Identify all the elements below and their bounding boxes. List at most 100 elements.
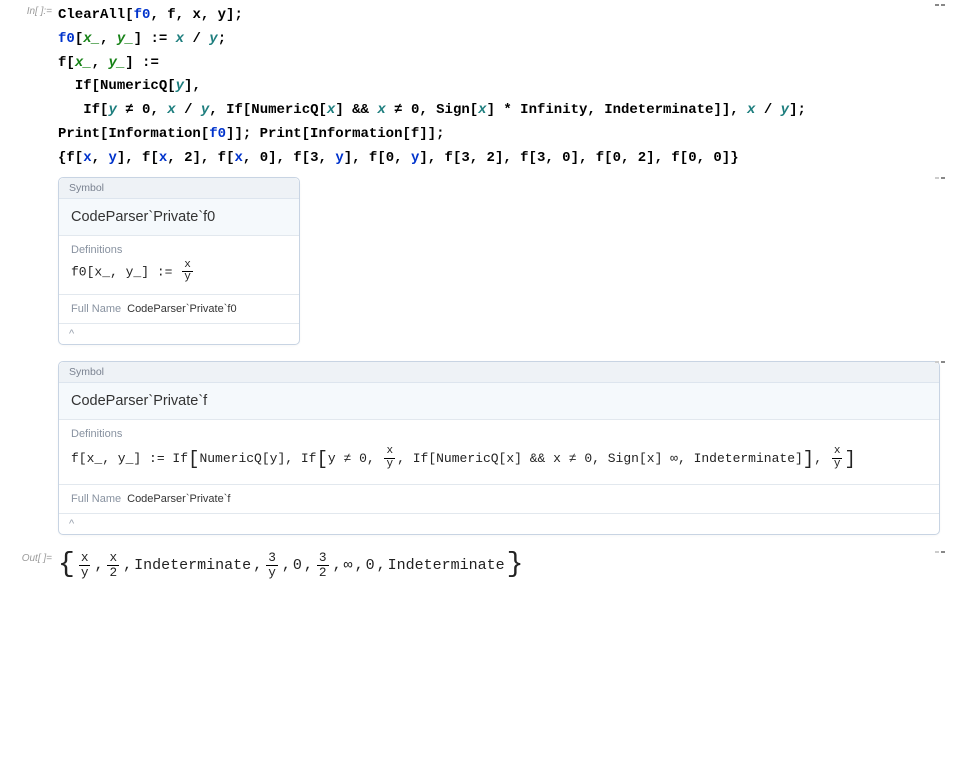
txt: , If[NumericQ[x] && x ≠ 0, Sign[x] ∞, In…: [397, 451, 803, 466]
frac-num: x: [107, 551, 119, 565]
right-bracket-icon: ]: [844, 448, 855, 470]
txt: ≠ 0,: [117, 102, 167, 118]
sym-x: x: [234, 150, 242, 166]
sym-y: y: [108, 150, 116, 166]
panel-definitions-label: Definitions: [59, 420, 939, 442]
frac-den: y: [266, 566, 278, 579]
txt: If[: [58, 102, 108, 118]
cell-bracket[interactable]: [941, 4, 945, 6]
frac-den: y: [832, 459, 843, 471]
full-name-value: CodeParser`Private`f0: [127, 303, 236, 315]
txt: ,: [92, 150, 109, 166]
pattern-y: y_: [117, 31, 134, 47]
cell-bracket[interactable]: [935, 361, 939, 363]
comma: ,: [253, 557, 262, 574]
sym-f0: f0: [58, 31, 75, 47]
var-x: x: [478, 102, 486, 118]
txt: ],: [184, 78, 201, 94]
txt: ]]; Print[Information[f]];: [226, 126, 444, 142]
cell-bracket-group[interactable]: [932, 551, 949, 553]
fraction: xy: [182, 260, 193, 284]
var-x: x: [377, 102, 385, 118]
brace-close-icon: }: [507, 551, 524, 579]
panel-full-name-row: Full NameCodeParser`Private`f: [59, 485, 939, 514]
txt: [: [75, 31, 83, 47]
output-expression[interactable]: { xy , x2 , Indeterminate , 3y , 0 , 32 …: [58, 551, 932, 579]
frac-num: x: [832, 446, 843, 459]
blank-label: [8, 361, 58, 363]
cell-bracket-group[interactable]: [932, 4, 949, 6]
panel-collapse-caret[interactable]: ^: [59, 514, 939, 534]
sym-y: y: [335, 150, 343, 166]
cell-bracket[interactable]: [941, 177, 945, 179]
txt: {f[: [58, 150, 83, 166]
pattern-x: x_: [83, 31, 100, 47]
comma: ,: [377, 557, 386, 574]
frac-num: 3: [317, 551, 329, 565]
cell-bracket[interactable]: [935, 551, 939, 553]
var-y: y: [209, 31, 217, 47]
txt: Print[Information[: [58, 126, 209, 142]
frac-den: y: [384, 459, 395, 471]
comma: ,: [304, 557, 313, 574]
cell-bracket-group[interactable]: [932, 177, 949, 179]
txt: ] :=: [125, 55, 159, 71]
full-name-label: Full Name: [71, 303, 121, 315]
var-y: y: [108, 102, 116, 118]
txt: ], f[: [117, 150, 159, 166]
blank-label: [8, 177, 58, 179]
fraction: 3y: [266, 551, 278, 579]
right-bracket-icon: ]: [803, 448, 814, 470]
frac-num: 3: [266, 551, 278, 565]
comma: ,: [123, 557, 132, 574]
txt: y ≠ 0,: [328, 451, 383, 466]
full-name-value: CodeParser`Private`f: [127, 493, 230, 505]
print-content: Symbol CodeParser`Private`f Definitions …: [58, 361, 932, 545]
panel-header-symbol: Symbol: [59, 362, 939, 383]
frac-den: 2: [107, 566, 119, 579]
var-x: x: [167, 102, 175, 118]
panel-definition-body: f[x_, y_] := If[NumericQ[y], If[y ≠ 0, x…: [59, 442, 939, 485]
out-indeterminate: Indeterminate: [134, 557, 251, 574]
panel-definition-body: f0[x_, y_] := xy: [59, 258, 299, 295]
txt: ], f[3, 2], f[3, 0], f[0, 2], f[0, 0]}: [419, 150, 738, 166]
txt: ];: [789, 102, 806, 118]
chevron-up-icon: ^: [69, 328, 74, 340]
txt: /: [755, 102, 780, 118]
information-panel-f[interactable]: Symbol CodeParser`Private`f Definitions …: [58, 361, 940, 535]
out-label: Out[ ]=: [8, 551, 58, 564]
input-code-block[interactable]: ClearAll[f0, f, x, y]; f0[x_, y_] := x /…: [58, 4, 932, 171]
in-label: In[ ]:=: [8, 4, 58, 17]
fraction: x2: [107, 551, 119, 579]
panel-collapse-caret[interactable]: ^: [59, 324, 299, 344]
pattern-x: x_: [75, 55, 92, 71]
cell-bracket[interactable]: [941, 361, 945, 363]
txt: , If[NumericQ[: [209, 102, 327, 118]
cell-bracket-group[interactable]: [932, 361, 949, 363]
print-cell-row: Symbol CodeParser`Private`f Definitions …: [8, 361, 949, 545]
information-panel-f0[interactable]: Symbol CodeParser`Private`f0 Definitions…: [58, 177, 300, 345]
txt: , f, x, y];: [150, 7, 242, 23]
comma: ,: [333, 557, 342, 574]
var-y: y: [781, 102, 789, 118]
txt: ,: [814, 451, 830, 466]
pattern-y: y_: [108, 55, 125, 71]
cell-bracket[interactable]: [941, 551, 945, 553]
txt: ] * Infinity, Indeterminate]],: [487, 102, 747, 118]
txt: /: [184, 31, 209, 47]
sym-x: x: [159, 150, 167, 166]
var-y: y: [176, 78, 184, 94]
def-prefix: f0[x_, y_] :=: [71, 264, 180, 279]
fraction: xy: [384, 446, 395, 470]
frac-num: x: [79, 551, 91, 565]
frac-den: 2: [317, 566, 329, 579]
panel-full-name-row: Full Name CodeParser`Private`f0: [59, 295, 299, 324]
panel-definitions-label: Definitions: [59, 236, 299, 258]
txt: , 2], f[: [167, 150, 234, 166]
fraction: xy: [79, 551, 91, 579]
out-indeterminate: Indeterminate: [388, 557, 505, 574]
txt: ≠ 0, Sign[: [386, 102, 478, 118]
cell-bracket[interactable]: [935, 4, 939, 6]
cell-bracket[interactable]: [935, 177, 939, 179]
txt: , 0], f[3,: [243, 150, 335, 166]
